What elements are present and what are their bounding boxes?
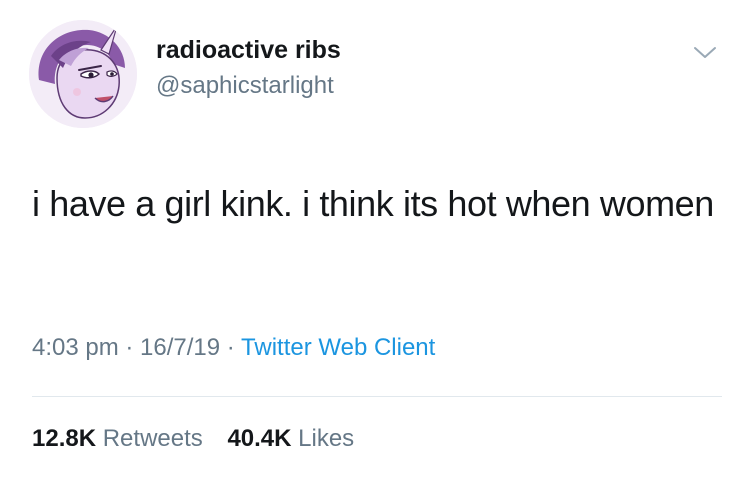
tweet-meta: 4:03 pm · 16/7/19 · Twitter Web Client [32, 334, 435, 362]
likes-count: 40.4K [227, 425, 292, 452]
tweet-client-link[interactable]: Twitter Web Client [241, 334, 435, 361]
retweets-stat[interactable]: 12.8K Retweets [32, 425, 203, 453]
tweet-card: radioactive ribs @saphicstarlight i have… [0, 0, 750, 484]
user-handle[interactable]: @saphicstarlight [156, 72, 334, 100]
retweets-label: Retweets [102, 425, 203, 452]
likes-stat[interactable]: 40.4K Likes [227, 425, 354, 453]
display-name[interactable]: radioactive ribs [156, 36, 341, 65]
meta-separator: · [118, 334, 141, 361]
tweet-stats: 12.8K Retweets 40.4K Likes [32, 425, 372, 453]
tweet-date[interactable]: 16/7/19 [140, 334, 220, 361]
likes-label: Likes [298, 425, 355, 452]
chevron-down-icon[interactable] [692, 44, 718, 62]
tweet-text: i have a girl kink. i think its hot when… [32, 183, 714, 224]
meta-separator: · [220, 334, 242, 361]
tweet-time[interactable]: 4:03 pm [32, 334, 119, 361]
avatar[interactable] [29, 20, 137, 128]
retweets-count: 12.8K [32, 425, 97, 452]
pony-avatar-icon [29, 20, 137, 128]
divider [32, 396, 722, 397]
